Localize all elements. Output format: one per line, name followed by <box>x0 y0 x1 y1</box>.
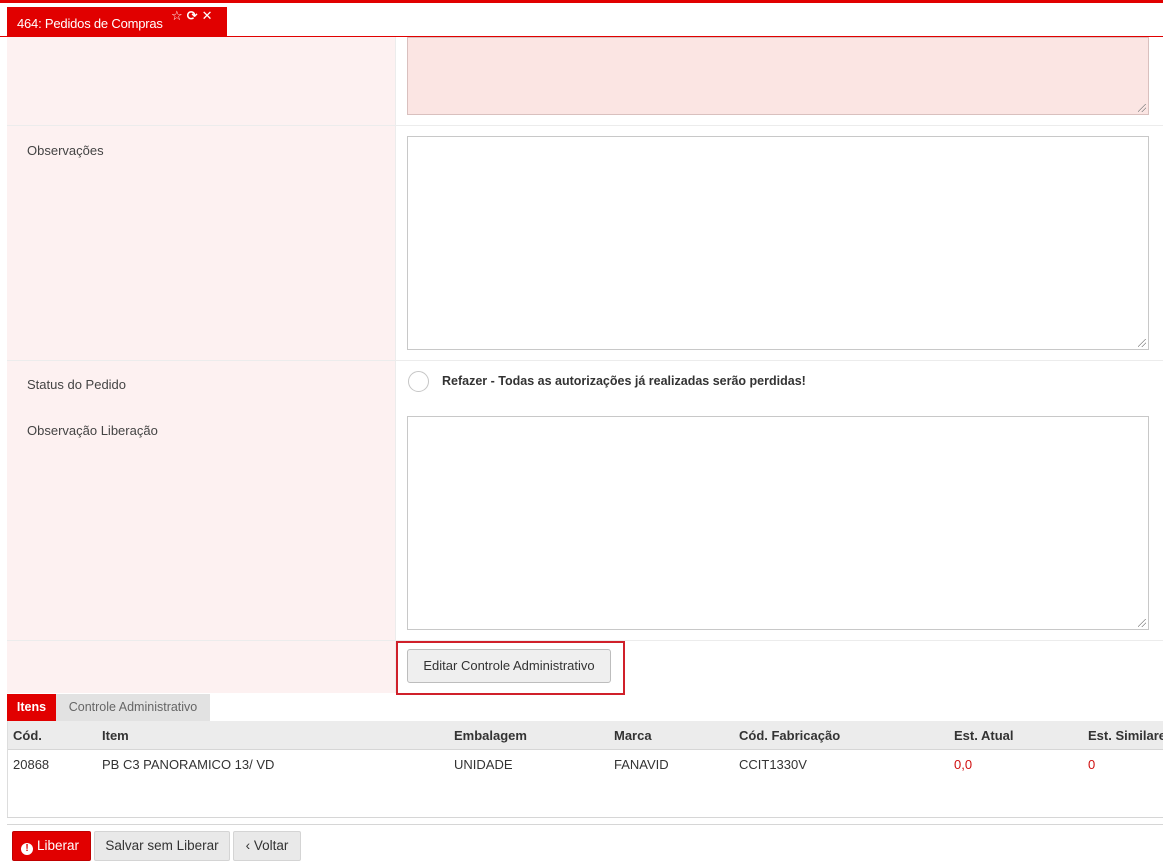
readonly-textarea[interactable] <box>407 37 1149 115</box>
grid-bottom-border <box>7 817 1163 818</box>
edit-controle-administrativo-button[interactable]: Editar Controle Administrativo <box>407 649 611 683</box>
observacao-liberacao-label: Observação Liberação <box>27 423 158 438</box>
cell-est-similares: 0 <box>1088 757 1096 772</box>
tab-controle-administrativo[interactable]: Controle Administrativo <box>56 694 210 721</box>
close-icon[interactable]: ✕ <box>202 8 213 24</box>
tab-itens[interactable]: Itens <box>7 694 56 721</box>
resize-grip-icon[interactable] <box>1138 339 1146 347</box>
label-column <box>7 641 396 693</box>
label-column: Status do Pedido Observação Liberação <box>7 361 396 640</box>
column-header-cod[interactable]: Cód. <box>13 728 42 743</box>
form-row-previous <box>7 37 1163 126</box>
liberar-button-label: Liberar <box>37 838 80 853</box>
cell-cod: 20868 <box>13 757 50 772</box>
form-row-status: Status do Pedido Observação Liberação Re… <box>7 361 1163 641</box>
tab-strip: 464: Pedidos de Compras ☆ ⟳ ✕ <box>0 3 1163 37</box>
column-header-est-similares[interactable]: Est. Similare <box>1088 728 1163 743</box>
grid-header: Cód. Item Embalagem Marca Cód. Fabricaçã… <box>8 721 1163 750</box>
tab-icons: ☆ ⟳ ✕ <box>171 8 216 24</box>
column-header-embalagem[interactable]: Embalagem <box>454 728 527 743</box>
cell-embalagem: UNIDADE <box>454 757 513 772</box>
page-tab-pedidos-compras[interactable]: 464: Pedidos de Compras ☆ ⟳ ✕ <box>7 7 227 36</box>
column-header-item[interactable]: Item <box>102 728 129 743</box>
salvar-sem-liberar-button[interactable]: Salvar sem Liberar <box>94 831 230 861</box>
form-area: Observações Status do Pedido Observação … <box>7 37 1163 695</box>
column-header-cod-fabricacao[interactable]: Cód. Fabricação <box>739 728 840 743</box>
label-column: Observações <box>7 126 396 360</box>
voltar-button[interactable]: ‹ Voltar <box>233 831 301 861</box>
refresh-icon[interactable]: ⟳ <box>187 8 198 24</box>
refazer-radio-label[interactable]: Refazer - Todas as autorizações já reali… <box>442 374 806 388</box>
resize-grip-icon[interactable] <box>1138 619 1146 627</box>
cell-item: PB C3 PANORAMICO 13/ VD <box>102 757 275 772</box>
cell-cod-fabricacao: CCIT1330V <box>739 757 807 772</box>
column-header-marca[interactable]: Marca <box>614 728 652 743</box>
table-row[interactable]: 20868 PB C3 PANORAMICO 13/ VD UNIDADE FA… <box>8 750 1163 778</box>
observacao-liberacao-textarea[interactable] <box>407 416 1149 630</box>
divider <box>7 824 1163 825</box>
label-column <box>7 37 396 125</box>
form-row-edit: Editar Controle Administrativo <box>7 641 1163 695</box>
cell-marca: FANAVID <box>614 757 669 772</box>
resize-grip-icon[interactable] <box>1138 104 1146 112</box>
observacoes-label: Observações <box>27 143 104 158</box>
liberar-button[interactable]: ! Liberar <box>12 831 91 861</box>
star-icon[interactable]: ☆ <box>171 8 183 24</box>
cell-est-atual: 0,0 <box>954 757 973 772</box>
page-tab-title: 464: Pedidos de Compras <box>17 16 163 31</box>
bottom-tabs: Itens Controle Administrativo <box>7 694 1163 721</box>
chevron-left-icon: ‹ <box>245 838 254 853</box>
form-row-observacoes: Observações <box>7 126 1163 361</box>
observacoes-textarea[interactable] <box>407 136 1149 350</box>
voltar-button-label: Voltar <box>253 838 289 853</box>
column-header-est-atual[interactable]: Est. Atual <box>954 728 1013 743</box>
status-pedido-label: Status do Pedido <box>27 377 127 392</box>
items-grid: Cód. Item Embalagem Marca Cód. Fabricaçã… <box>7 721 1163 817</box>
refazer-radio[interactable] <box>408 371 429 392</box>
alert-circle-icon: ! <box>21 843 33 855</box>
